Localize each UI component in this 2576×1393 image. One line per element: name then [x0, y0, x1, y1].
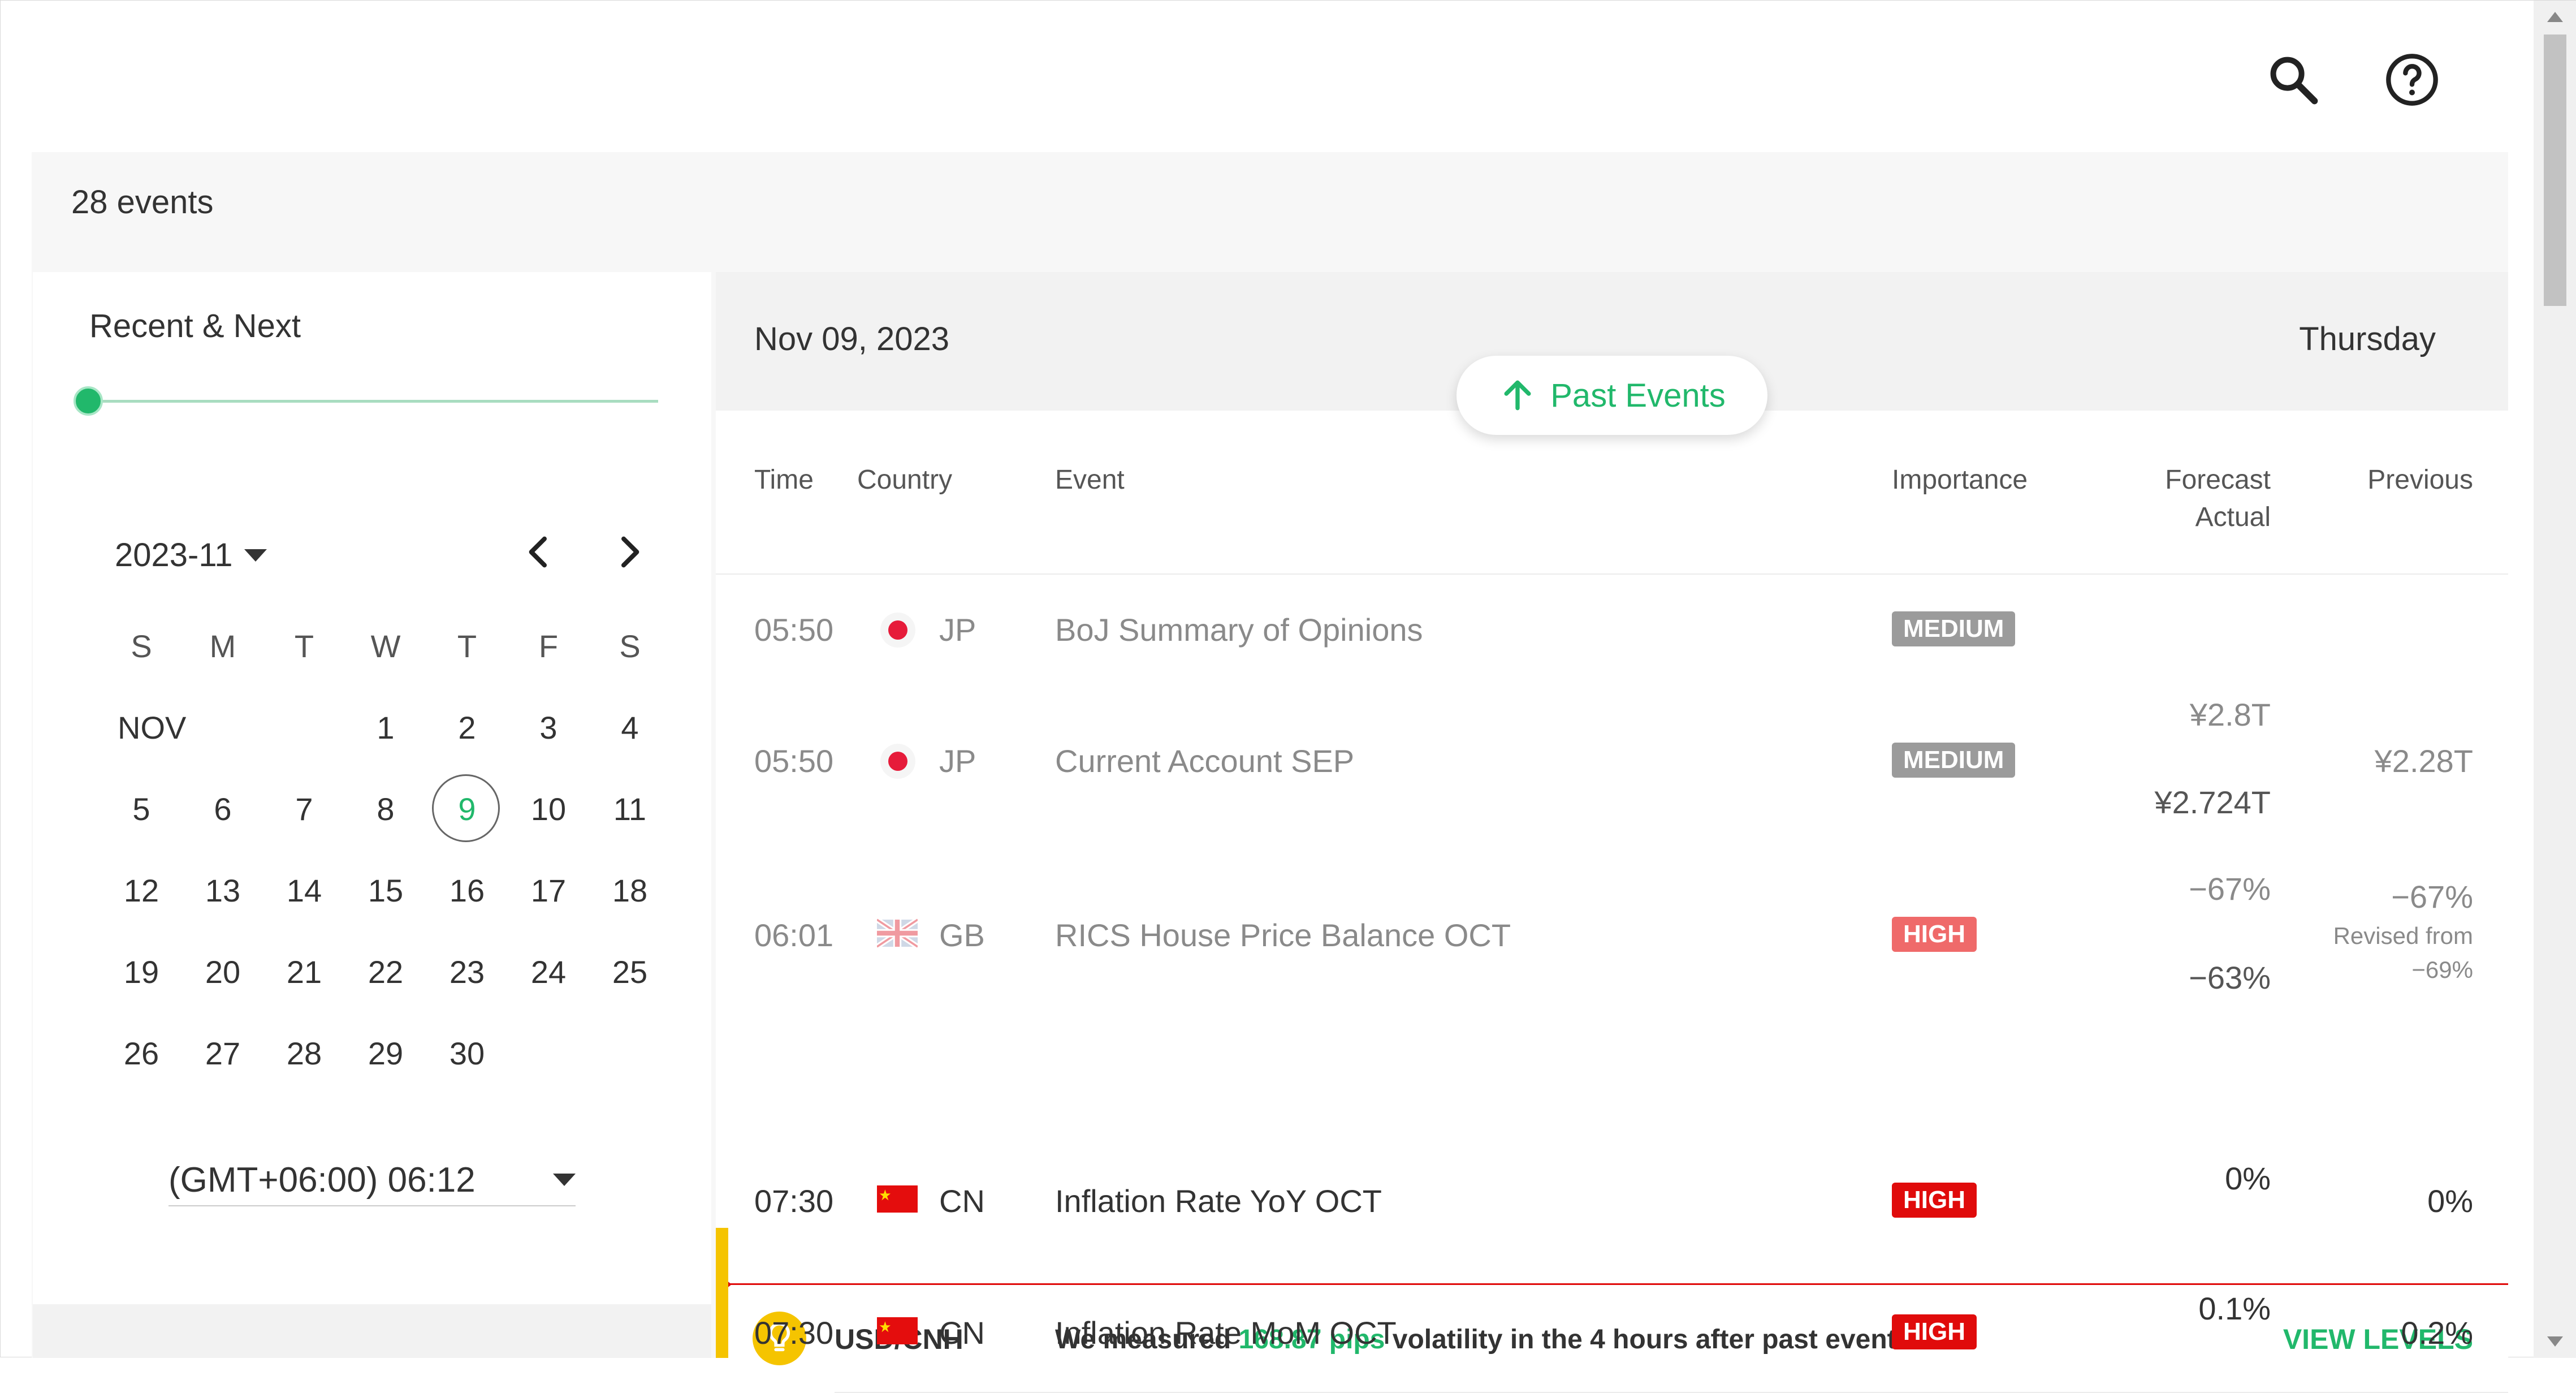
event-title: Inflation Rate YoY OCT	[1055, 1183, 1382, 1219]
chevron-left-icon[interactable]	[516, 529, 561, 575]
calendar-day[interactable]: 11	[589, 769, 671, 850]
calendar-week: NOV 1 2 3 4	[101, 687, 671, 769]
caret-down-icon	[244, 549, 267, 562]
weekday-label: S	[619, 628, 641, 664]
calendar-day[interactable]: 2	[426, 687, 508, 769]
upcoming-indicator	[716, 1228, 728, 1358]
calendar-day[interactable]: 29	[345, 1013, 426, 1094]
event-country: CN	[939, 1183, 985, 1219]
calendar-day[interactable]: 17	[508, 850, 589, 931]
help-icon[interactable]	[2384, 51, 2440, 108]
calendar-day[interactable]: 30	[426, 1013, 508, 1094]
calendar-day-selected[interactable]: 9	[426, 769, 508, 850]
upcoming-events: 07:30 CN Inflation Rate YoY OCT HIGH 0% …	[716, 272, 2508, 1358]
event-country: CN	[939, 1315, 985, 1351]
filter-panel-footer	[33, 1304, 711, 1358]
weekday-header: S M T W T F S	[101, 606, 671, 687]
cn-flag-icon	[877, 1316, 918, 1345]
calendar-day[interactable]: 3	[508, 687, 589, 769]
importance-badge: HIGH	[1892, 1314, 1977, 1349]
search-icon[interactable]	[2265, 51, 2322, 108]
calendar-grid: S M T W T F S NOV 1 2 3 4 5 6 7 8 9 10 1…	[101, 606, 671, 1094]
weekday-label: F	[538, 628, 559, 664]
calendar-day[interactable]: 7	[263, 769, 345, 850]
event-title: Inflation Rate MoM OCT	[1055, 1315, 1397, 1351]
scrollbar[interactable]	[2534, 1, 2576, 1358]
event-forecast: 0.1%	[2198, 1291, 2271, 1326]
weekday-label: S	[131, 628, 152, 664]
calendar-day[interactable]: 27	[182, 1013, 263, 1094]
calendar-day[interactable]: 14	[263, 850, 345, 931]
scrollbar-thumb[interactable]	[2544, 34, 2566, 306]
range-slider-track[interactable]	[89, 400, 658, 403]
calendar-day[interactable]: 18	[589, 850, 671, 931]
calendar-day[interactable]: 22	[345, 931, 426, 1013]
calendar-day[interactable]: 4	[589, 687, 671, 769]
calendar-day[interactable]: 8	[345, 769, 426, 850]
range-label: Recent & Next	[89, 308, 301, 344]
weekday-label: T	[294, 628, 314, 664]
timezone-value: (GMT+06:00) 06:12	[168, 1160, 476, 1200]
event-time: 07:30	[754, 1183, 834, 1219]
calendar-day[interactable]: 23	[426, 931, 508, 1013]
calendar-week: 12 13 14 15 16 17 18	[101, 850, 671, 931]
weekday-label: T	[457, 628, 477, 664]
calendar-day[interactable]: 21	[263, 931, 345, 1013]
calendar-day[interactable]: 12	[101, 850, 182, 931]
chevron-right-icon[interactable]	[607, 529, 652, 575]
calendar-day[interactable]: 25	[589, 931, 671, 1013]
scroll-up-icon[interactable]	[2547, 12, 2563, 22]
importance-badge: HIGH	[1892, 1183, 1977, 1218]
calendar-day[interactable]: 13	[182, 850, 263, 931]
calendar-day[interactable]: 20	[182, 931, 263, 1013]
scroll-down-icon[interactable]	[2547, 1336, 2563, 1347]
calendar-day[interactable]: 10	[508, 769, 589, 850]
calendar-day[interactable]: 26	[101, 1013, 182, 1094]
caret-down-icon	[553, 1174, 576, 1186]
calendar-day[interactable]: 1	[345, 687, 426, 769]
month-select-value: 2023-11	[115, 537, 233, 573]
month-select[interactable]: 2023-11	[115, 536, 267, 574]
event-time: 07:30	[754, 1315, 834, 1351]
event-previous: 0.2%	[2401, 1315, 2473, 1351]
calendar-day[interactable]: 28	[263, 1013, 345, 1094]
calendar-day[interactable]: 16	[426, 850, 508, 931]
calendar-day[interactable]: 6	[182, 769, 263, 850]
calendar-day[interactable]: 24	[508, 931, 589, 1013]
calendar-day[interactable]: 5	[101, 769, 182, 850]
cn-flag-icon	[877, 1184, 918, 1214]
event-previous: 0%	[2427, 1183, 2473, 1219]
calendar-week: 5 6 7 8 9 10 11	[101, 769, 671, 850]
weekday-label: W	[370, 628, 401, 664]
event-forecast: 0%	[2225, 1161, 2271, 1196]
range-slider-handle[interactable]	[74, 386, 103, 416]
top-bar	[1, 1, 2534, 152]
timezone-select[interactable]: (GMT+06:00) 06:12	[168, 1154, 576, 1206]
calendar-week: 19 20 21 22 23 24 25	[101, 931, 671, 1013]
month-label: NOV	[118, 710, 187, 745]
filter-panel: Recent & Next 2023-11 S M T W T F S NOV	[33, 272, 711, 1358]
calendar-day[interactable]: 15	[345, 850, 426, 931]
calendar-day[interactable]: 19	[101, 931, 182, 1013]
event-count: 28 events	[71, 184, 214, 221]
calendar-week: 26 27 28 29 30	[101, 1013, 671, 1094]
weekday-label: M	[209, 628, 236, 664]
